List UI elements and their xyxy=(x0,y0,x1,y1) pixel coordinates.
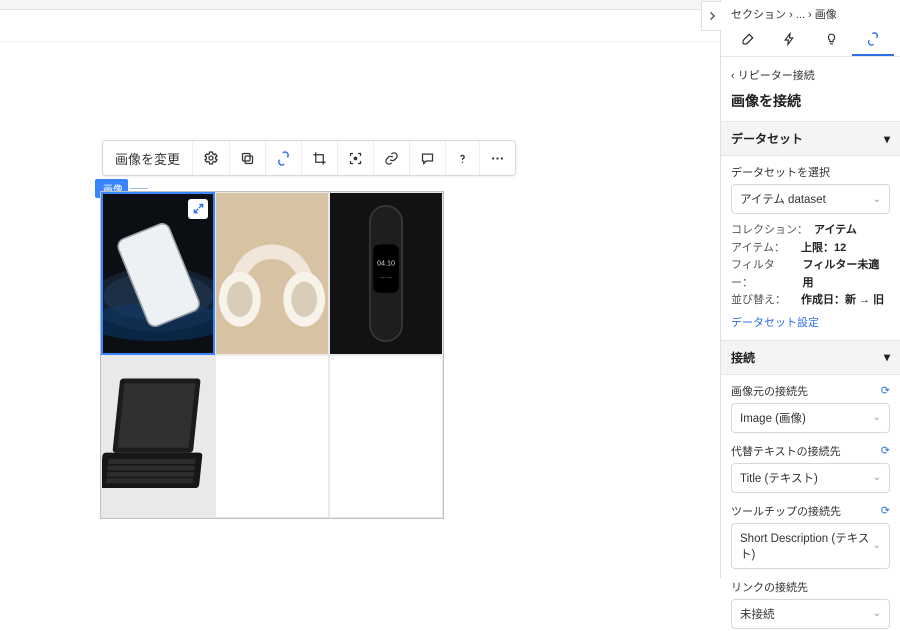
tab-connect[interactable] xyxy=(852,26,894,56)
caret-down-icon: ▾ xyxy=(884,350,890,364)
link-icon xyxy=(384,151,399,166)
tag-connector xyxy=(130,188,148,189)
back-label: リピーター接続 xyxy=(738,70,815,82)
svg-text:04.10: 04.10 xyxy=(377,258,395,267)
gear-icon xyxy=(203,150,219,166)
element-toolbar: 画像を変更 xyxy=(102,140,516,176)
dataset-collection-row: コレクション：アイテム xyxy=(731,222,890,240)
more-button[interactable] xyxy=(480,141,515,175)
image-src-value: Image (画像) xyxy=(740,410,806,426)
bulb-icon xyxy=(825,32,838,49)
sync-icon: ⟳ xyxy=(881,444,890,457)
repeater-grid[interactable]: 04.10 — — xyxy=(100,191,444,519)
dataset-accordion[interactable]: データセット ▾ xyxy=(721,121,900,156)
connect-accordion-label: 接続 xyxy=(731,349,755,366)
image-src-select[interactable]: Image (画像) ⌄ xyxy=(731,403,890,433)
dataset-filter-row: フィルター：フィルター未適用 xyxy=(731,257,890,292)
more-icon xyxy=(490,151,505,166)
grid-item[interactable] xyxy=(101,192,215,355)
chevron-down-icon: ⌄ xyxy=(873,194,881,205)
alt-label: 代替テキストの接続先 xyxy=(731,443,841,459)
panel-collapse-toggle[interactable] xyxy=(701,1,721,31)
dataset-settings-link[interactable]: データセット設定 xyxy=(731,310,890,330)
caret-down-icon: ▾ xyxy=(884,132,890,146)
tab-interactions[interactable] xyxy=(811,26,853,56)
link-value: 未接続 xyxy=(740,606,775,622)
change-image-button[interactable]: 画像を変更 xyxy=(103,141,193,175)
tab-design[interactable] xyxy=(727,26,769,56)
link-button[interactable] xyxy=(374,141,410,175)
alt-value: Title (テキスト) xyxy=(740,470,818,486)
grid-item[interactable] xyxy=(215,192,329,355)
brush-icon xyxy=(741,32,755,49)
chevron-down-icon: ⌄ xyxy=(873,472,881,483)
breadcrumb-leaf: 画像 xyxy=(815,9,837,21)
tooltip-select[interactable]: Short Description (テキスト) ⌄ xyxy=(731,523,890,569)
tab-animation[interactable] xyxy=(769,26,811,56)
editor-canvas: 画像を変更 画像 xyxy=(0,42,720,578)
breadcrumb-mid[interactable]: ... xyxy=(796,9,805,21)
expand-icon xyxy=(193,202,204,217)
link-dest-label: リンクの接続先 xyxy=(731,579,808,595)
expand-button[interactable] xyxy=(188,199,208,219)
dataset-items-row: アイテム：上限：12 xyxy=(731,240,890,258)
connect-icon xyxy=(276,151,291,166)
dataset-accordion-label: データセット xyxy=(731,130,803,147)
crop-icon xyxy=(312,151,327,166)
copy-icon xyxy=(240,151,255,166)
comment-icon xyxy=(420,151,435,166)
bolt-icon xyxy=(783,32,796,49)
dataset-sort-row: 並び替え：作成日：新 → 旧 xyxy=(731,292,890,310)
inspector-panel: セクション › ... › 画像 ‹ リピーター接続 画像を接続 データセット … xyxy=(720,0,900,578)
dataset-select-value: アイテム dataset xyxy=(740,191,826,207)
chevron-right-icon xyxy=(708,9,716,24)
chevron-left-icon: ‹ xyxy=(731,70,738,82)
connect-icon xyxy=(866,32,880,49)
focal-button[interactable] xyxy=(338,141,374,175)
tooltip-label: ツールチップの接続先 xyxy=(731,503,841,519)
grid-item[interactable] xyxy=(215,355,329,518)
focal-point-icon xyxy=(348,151,363,166)
tooltip-value: Short Description (テキスト) xyxy=(740,530,873,562)
back-link[interactable]: ‹ リピーター接続 xyxy=(721,57,900,87)
connect-accordion[interactable]: 接続 ▾ xyxy=(721,340,900,375)
data-bind-button[interactable] xyxy=(266,141,302,175)
grid-item[interactable] xyxy=(329,355,443,518)
sync-icon: ⟳ xyxy=(881,384,890,397)
dataset-select[interactable]: アイテム dataset ⌄ xyxy=(731,184,890,214)
comment-button[interactable] xyxy=(410,141,446,175)
dataset-section: データセットを選択 アイテム dataset ⌄ コレクション：アイテム アイテ… xyxy=(721,156,900,340)
breadcrumb-root[interactable]: セクション xyxy=(731,9,786,21)
product-thumb-watch: 04.10 — — xyxy=(330,193,442,354)
help-button[interactable] xyxy=(446,141,480,175)
app-subbar xyxy=(0,10,720,42)
help-icon xyxy=(456,151,469,166)
layers-button[interactable] xyxy=(230,141,266,175)
product-thumb-tablet xyxy=(102,356,214,517)
image-src-label: 画像元の接続先 xyxy=(731,383,808,399)
svg-text:— —: — — xyxy=(380,274,393,280)
chevron-down-icon: ⌄ xyxy=(873,540,881,551)
link-select[interactable]: 未接続 ⌄ xyxy=(731,599,890,629)
choose-dataset-label: データセットを選択 xyxy=(731,164,830,180)
grid-item[interactable]: 04.10 — — xyxy=(329,192,443,355)
change-image-label: 画像を変更 xyxy=(115,149,180,168)
sync-icon: ⟳ xyxy=(881,504,890,517)
settings-button[interactable] xyxy=(193,141,230,175)
crop-button[interactable] xyxy=(302,141,338,175)
alt-select[interactable]: Title (テキスト) ⌄ xyxy=(731,463,890,493)
grid-item[interactable] xyxy=(101,355,215,518)
breadcrumb[interactable]: セクション › ... › 画像 xyxy=(721,0,900,26)
panel-title: 画像を接続 xyxy=(721,87,900,121)
panel-tabs xyxy=(721,26,900,57)
chevron-down-icon: ⌄ xyxy=(873,412,881,423)
connect-section: 画像元の接続先 ⟳ Image (画像) ⌄ 代替テキストの接続先 ⟳ Title … xyxy=(721,375,900,631)
product-thumb-headphones xyxy=(216,193,328,354)
chevron-down-icon: ⌄ xyxy=(873,608,881,619)
